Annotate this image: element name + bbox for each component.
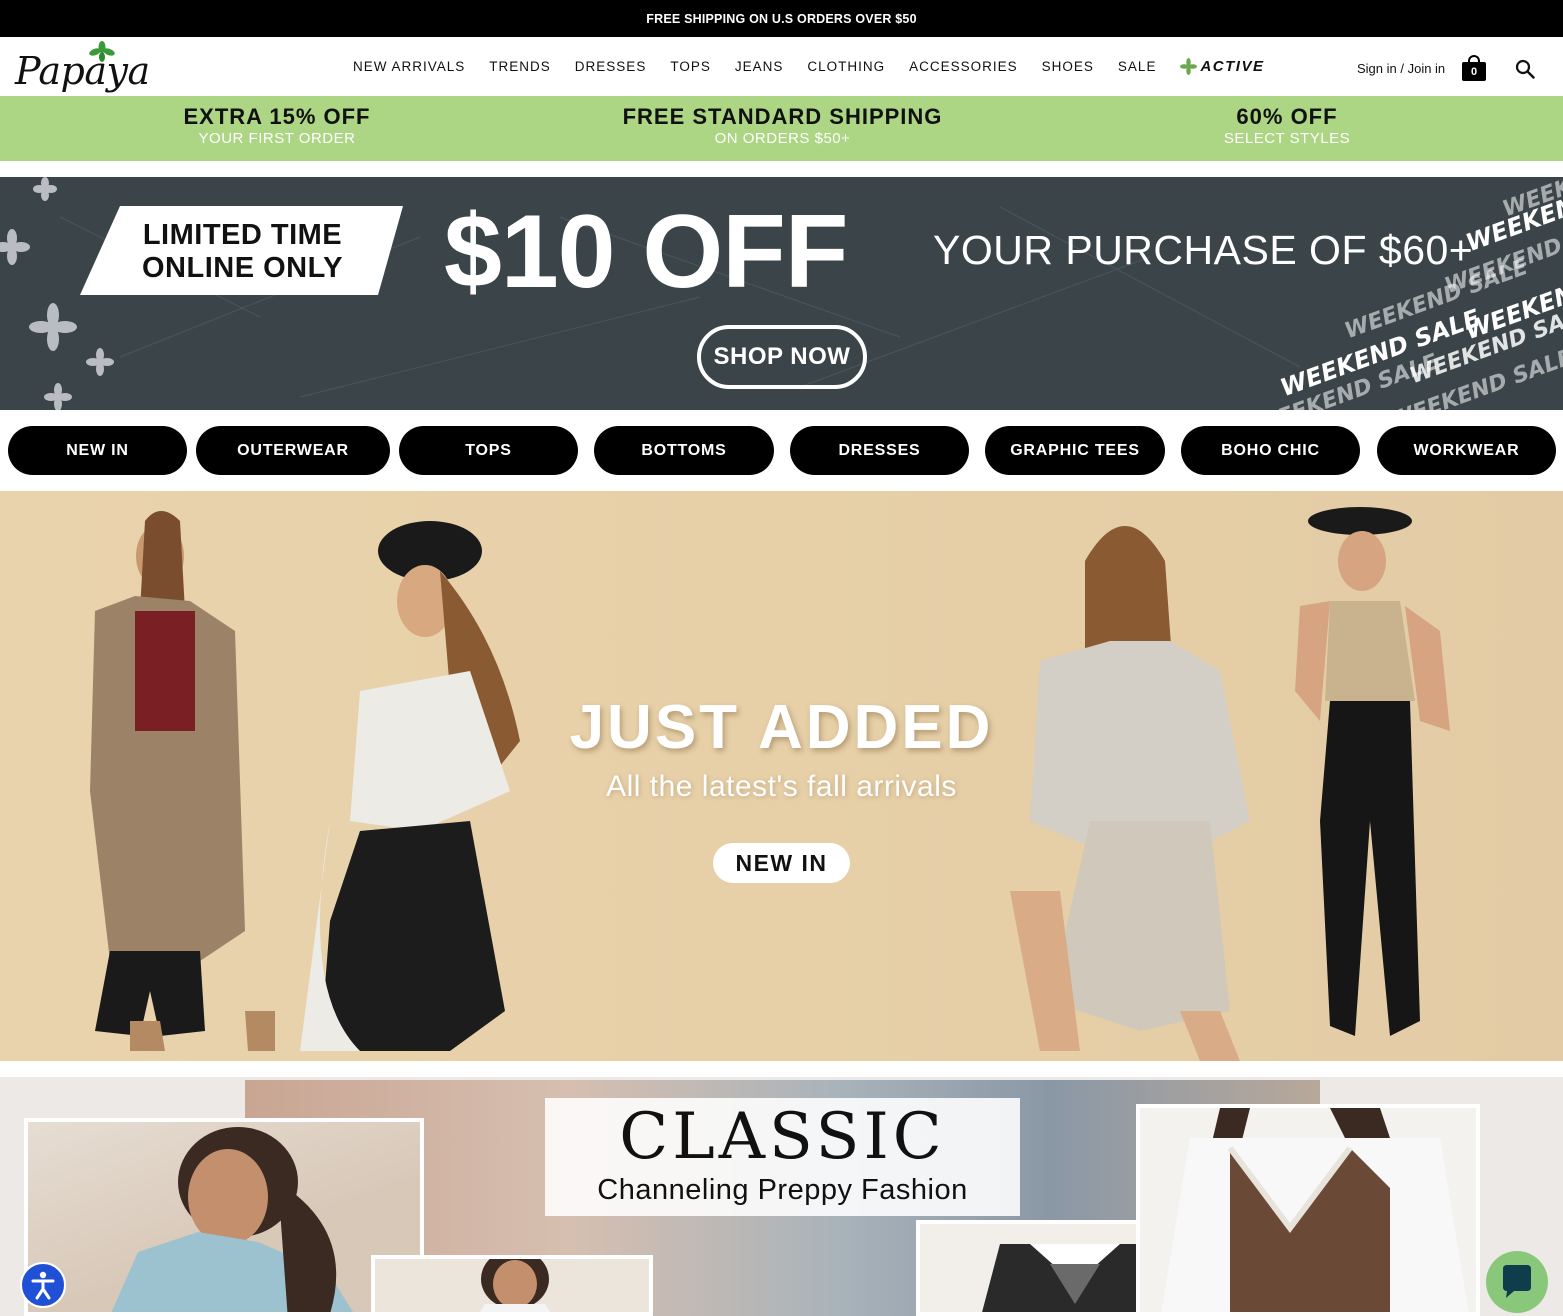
cart-button[interactable]: 0 bbox=[1462, 53, 1486, 81]
logo-text: Papaya bbox=[15, 49, 150, 93]
site-header: Papaya NEW ARRIVALS TRENDS DRESSES TOPS … bbox=[0, 37, 1563, 96]
sign-in-link[interactable]: Sign in / Join in bbox=[1357, 61, 1445, 76]
new-in-button[interactable]: NEW IN bbox=[713, 843, 850, 883]
nav-clothing[interactable]: CLOTHING bbox=[807, 59, 885, 74]
logo[interactable]: Papaya bbox=[15, 41, 150, 93]
promo-sub: ON ORDERS $50+ bbox=[714, 130, 851, 147]
promo-first-order[interactable]: EXTRA 15% OFF YOUR FIRST ORDER bbox=[176, 104, 378, 148]
category-boho-chic[interactable]: BOHO CHIC bbox=[1181, 426, 1360, 475]
promo-free-shipping[interactable]: FREE STANDARD SHIPPING ON ORDERS $50+ bbox=[610, 104, 955, 148]
category-outerwear[interactable]: OUTERWEAR bbox=[196, 426, 390, 475]
cart-count: 0 bbox=[1462, 62, 1486, 81]
nav-trends[interactable]: TRENDS bbox=[489, 59, 551, 74]
chat-button[interactable] bbox=[1486, 1251, 1548, 1313]
category-workwear[interactable]: WORKWEAR bbox=[1377, 426, 1556, 475]
classic-subtitle: Channeling Preppy Fashion bbox=[597, 1174, 968, 1206]
nav-tops[interactable]: TOPS bbox=[670, 59, 711, 74]
leaf-icon bbox=[89, 41, 115, 62]
category-dresses[interactable]: DRESSES bbox=[790, 426, 969, 475]
category-pills: NEW IN OUTERWEAR TOPS BOTTOMS DRESSES GR… bbox=[0, 410, 1563, 491]
promo-main: 60% OFF bbox=[1236, 104, 1338, 129]
accessibility-icon bbox=[31, 1271, 55, 1300]
category-bottoms[interactable]: BOTTOMS bbox=[594, 426, 774, 475]
nav-shoes[interactable]: SHOES bbox=[1042, 59, 1094, 74]
search-icon[interactable] bbox=[1515, 59, 1535, 79]
discount-amount: $10 OFF bbox=[444, 194, 848, 310]
nav-active-label: ACTIVE bbox=[1200, 58, 1265, 75]
model-photo bbox=[111, 1127, 353, 1312]
promo-main: EXTRA 15% OFF bbox=[183, 104, 371, 129]
classic-title: CLASSIC bbox=[619, 1100, 946, 1174]
limited-line-2: ONLINE ONLY bbox=[141, 252, 343, 284]
classic-section[interactable]: CLASSIC Channeling Preppy Fashion bbox=[0, 1077, 1563, 1316]
main-nav: NEW ARRIVALS TRENDS DRESSES TOPS JEANS C… bbox=[341, 37, 1264, 96]
hero-title: JUST ADDED bbox=[569, 693, 994, 762]
promo-sub: SELECT STYLES bbox=[1223, 130, 1351, 147]
promo-strip: EXTRA 15% OFF YOUR FIRST ORDER FREE STAN… bbox=[0, 96, 1563, 161]
limited-time-text: LIMITED TIME ONLINE ONLY bbox=[130, 219, 355, 285]
nav-new-arrivals[interactable]: NEW ARRIVALS bbox=[353, 59, 465, 74]
nav-dresses[interactable]: DRESSES bbox=[575, 59, 647, 74]
nav-jeans[interactable]: JEANS bbox=[735, 59, 784, 74]
announcement-bar: FREE SHIPPING ON U.S ORDERS OVER $50 bbox=[0, 0, 1563, 37]
category-tops[interactable]: TOPS bbox=[399, 426, 578, 475]
model-photo bbox=[480, 1259, 550, 1312]
purchase-threshold: YOUR PURCHASE OF $60+ bbox=[933, 227, 1474, 273]
photo-tile bbox=[371, 1255, 653, 1316]
accessibility-button[interactable] bbox=[20, 1262, 66, 1308]
limited-line-1: LIMITED TIME bbox=[142, 219, 343, 251]
nav-accessories[interactable]: ACCESSORIES bbox=[909, 59, 1018, 74]
nav-sale[interactable]: SALE bbox=[1118, 59, 1157, 74]
just-added-hero[interactable]: JUST ADDED All the latest's fall arrival… bbox=[0, 491, 1563, 1061]
promo-select-styles[interactable]: 60% OFF SELECT STYLES bbox=[1214, 104, 1360, 148]
category-new-in[interactable]: NEW IN bbox=[8, 426, 187, 475]
promo-sub: YOUR FIRST ORDER bbox=[198, 130, 356, 147]
category-graphic-tees[interactable]: GRAPHIC TEES bbox=[985, 426, 1165, 475]
model-photo bbox=[1161, 1108, 1469, 1312]
photo-tile bbox=[1136, 1104, 1480, 1316]
hero-subtitle: All the latest's fall arrivals bbox=[606, 770, 957, 803]
nav-active[interactable]: ACTIVE bbox=[1180, 58, 1264, 75]
shop-now-button[interactable]: SHOP NOW bbox=[697, 325, 867, 389]
active-leaf-icon bbox=[1180, 58, 1198, 75]
classic-label: CLASSIC Channeling Preppy Fashion bbox=[545, 1098, 1020, 1216]
sale-banner[interactable]: LIMITED TIME ONLINE ONLY $10 OFF YOUR PU… bbox=[0, 177, 1563, 410]
promo-main: FREE STANDARD SHIPPING bbox=[622, 104, 943, 129]
chat-icon bbox=[1503, 1265, 1531, 1298]
announcement-text: FREE SHIPPING ON U.S ORDERS OVER $50 bbox=[646, 11, 917, 26]
photo-tile bbox=[24, 1118, 424, 1316]
